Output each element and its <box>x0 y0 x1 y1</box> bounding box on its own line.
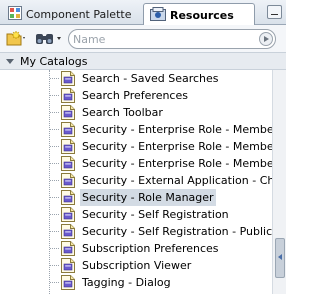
tree-item[interactable]: Search Toolbar <box>0 104 272 121</box>
tree-connector <box>50 112 59 113</box>
task-flow-icon <box>61 105 75 120</box>
tree-item[interactable]: Security - Enterprise Role - Member <box>0 121 272 138</box>
tree-item-label: Security - External Application - Ch <box>82 174 272 187</box>
search-placeholder: Name <box>73 33 106 46</box>
task-flow-icon <box>61 173 75 188</box>
tree-connector <box>50 248 59 249</box>
tree-connector <box>50 78 59 79</box>
task-flow-icon <box>61 224 75 239</box>
tree-connector <box>50 180 59 181</box>
expand-arrow-icon[interactable] <box>6 58 14 64</box>
new-folder-icon <box>6 29 28 49</box>
tab-label: Resources <box>170 8 234 22</box>
tab-bar: Component Palette Resources <box>0 0 286 26</box>
task-flow-icon <box>61 139 75 154</box>
catalog-tree: Search - Saved Searches Search Preference… <box>0 70 272 294</box>
tree-connector <box>50 163 59 164</box>
tree-item[interactable]: Search - Saved Searches <box>0 70 272 87</box>
tab-label: Component Palette <box>26 7 132 21</box>
tree-connector <box>50 95 59 96</box>
my-catalogs-header[interactable]: My Catalogs <box>0 53 286 70</box>
tree-item-label: Security - Enterprise Role - Member <box>82 157 272 170</box>
tree-connector <box>50 214 59 215</box>
tree-item-label: Subscription Preferences <box>82 242 219 255</box>
task-flow-icon <box>61 190 75 205</box>
task-flow-icon <box>61 156 75 171</box>
grid-icon <box>8 5 22 23</box>
tree-item[interactable]: Tagging - Dialog <box>0 274 272 291</box>
tree-connector <box>50 265 59 266</box>
tree-item[interactable]: Security - External Application - Ch <box>0 172 272 189</box>
section-label: My Catalogs <box>20 54 88 68</box>
tree-item-label: Security - Enterprise Role - Member <box>82 123 272 136</box>
tree-item-label: Security - Self Registration <box>82 208 229 221</box>
binoculars-icon <box>34 30 64 49</box>
tree-item-label: Security - Role Manager <box>80 189 216 206</box>
tree-connector <box>50 231 59 232</box>
minimize-button[interactable] <box>267 5 282 19</box>
tree-item[interactable]: Security - Role Manager <box>0 189 272 206</box>
tree-connector <box>50 197 59 198</box>
task-flow-icon <box>61 241 75 256</box>
tree-item-label: Search - Saved Searches <box>82 72 219 85</box>
scrollbar-thumb[interactable] <box>275 238 285 278</box>
tree-item[interactable]: Search Preferences <box>0 87 272 104</box>
go-icon[interactable] <box>259 32 273 46</box>
new-button[interactable] <box>6 29 28 49</box>
resources-icon <box>150 6 166 24</box>
task-flow-icon <box>61 71 75 86</box>
tree-item[interactable]: Security - Self Registration <box>0 206 272 223</box>
task-flow-icon <box>61 207 75 222</box>
tree-item[interactable]: Security - Enterprise Role - Member <box>0 138 272 155</box>
tree-item[interactable]: Subscription Preferences <box>0 240 272 257</box>
task-flow-icon <box>61 88 75 103</box>
search-options-button[interactable] <box>34 30 64 48</box>
tree-connector <box>50 282 59 283</box>
search-input[interactable]: Name <box>68 29 276 49</box>
task-flow-icon <box>61 122 75 137</box>
vertical-scrollbar[interactable] <box>272 70 286 294</box>
tree-item[interactable]: Security - Self Registration - Public <box>0 223 272 240</box>
tab-component-palette[interactable]: Component Palette <box>2 3 142 25</box>
task-flow-icon <box>61 258 75 273</box>
tree-connector <box>50 129 59 130</box>
tree-item-label: Subscription Viewer <box>82 259 192 272</box>
tree-connector <box>50 146 59 147</box>
tab-resources[interactable]: Resources <box>143 3 255 26</box>
tree-item[interactable]: Security - Enterprise Role - Member <box>0 155 272 172</box>
tree-item-label: Security - Self Registration - Public <box>82 225 272 238</box>
task-flow-icon <box>61 275 75 290</box>
tree-item-label: Search Preferences <box>82 89 188 102</box>
tree-item-label: Search Toolbar <box>82 106 163 119</box>
tree-item[interactable]: Subscription Viewer <box>0 257 272 274</box>
tree-item-label: Tagging - Dialog <box>82 276 171 289</box>
toolbar: Name <box>0 25 286 53</box>
tree-item-label: Security - Enterprise Role - Member <box>82 140 272 153</box>
